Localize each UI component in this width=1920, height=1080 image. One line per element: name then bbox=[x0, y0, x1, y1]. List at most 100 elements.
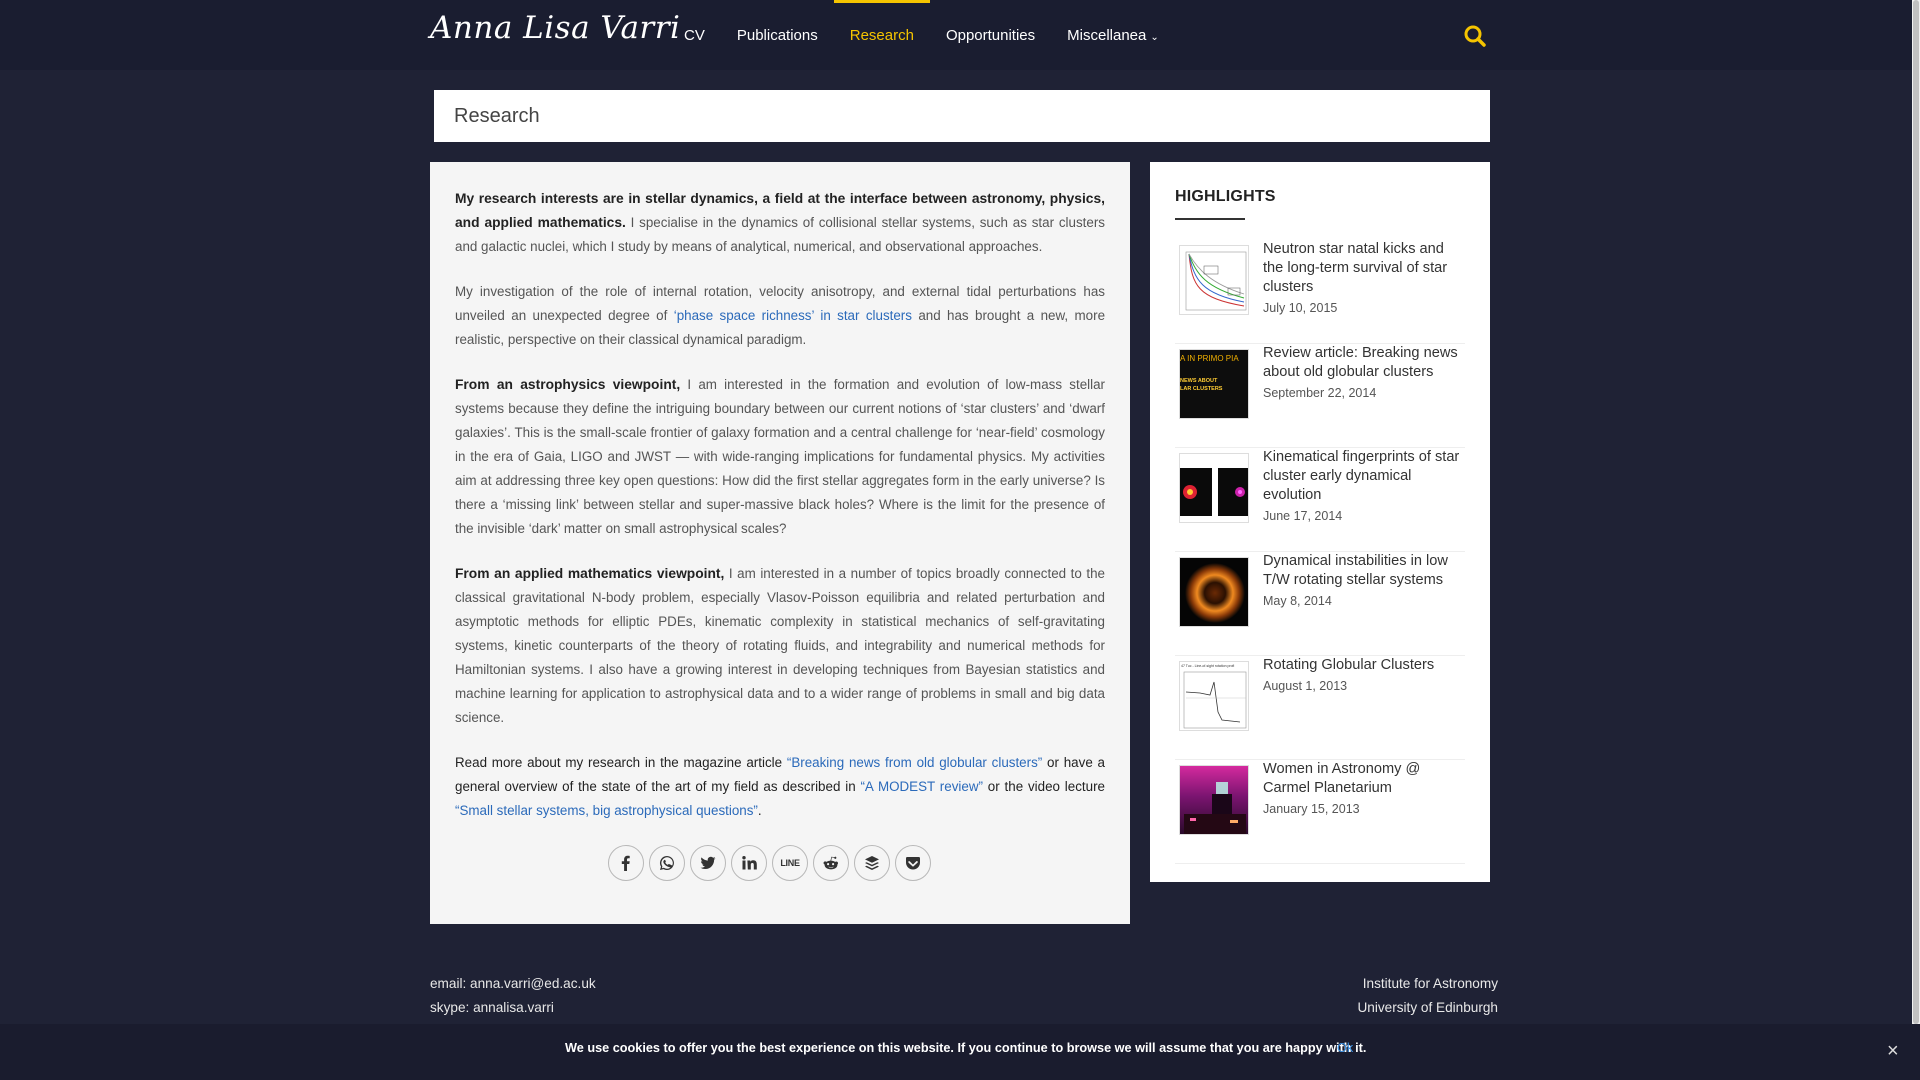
highlight-date: August 1, 2013 bbox=[1263, 679, 1348, 693]
highlight-date: June 17, 2014 bbox=[1263, 509, 1343, 523]
paragraph-intro: My research interests are in stellar dyn… bbox=[455, 187, 1105, 259]
main-nav: CV Publications Research Opportunities M… bbox=[668, 0, 1175, 70]
kinematic-maps-image bbox=[1180, 468, 1248, 516]
footer-university: University of Edinburgh bbox=[1357, 1000, 1498, 1015]
readmore-d: . bbox=[757, 803, 762, 818]
highlight-thumbnail[interactable] bbox=[1179, 557, 1249, 627]
paragraph-applied-math: From an applied mathematics viewpoint, I… bbox=[455, 562, 1105, 730]
search-icon[interactable] bbox=[1463, 24, 1487, 48]
nav-item-cv[interactable]: CV bbox=[668, 0, 721, 70]
plot-thumbnail-image bbox=[1185, 251, 1247, 311]
math-bold: From an applied mathematics viewpoint, bbox=[455, 566, 725, 581]
nav-item-opportunities[interactable]: Opportunities bbox=[930, 0, 1051, 70]
share-pocket-button[interactable] bbox=[895, 845, 931, 881]
astro-bold: From an astrophysics viewpoint, bbox=[455, 377, 681, 392]
cookie-message: We use cookies to offer you the best exp… bbox=[565, 1041, 1367, 1055]
highlight-title[interactable]: Kinematical fingerprints of star cluster… bbox=[1263, 448, 1465, 505]
cookie-ok-button[interactable]: Ok bbox=[1337, 1041, 1353, 1055]
research-article: My research interests are in stellar dyn… bbox=[430, 162, 1130, 924]
highlight-text: Rotating Globular Clusters August 1, 201… bbox=[1263, 656, 1465, 693]
footer-contact: email: anna.varri@ed.ac.uk skype: annali… bbox=[430, 972, 596, 1020]
highlight-title[interactable]: Dynamical instabilities in low T/W rotat… bbox=[1263, 552, 1465, 590]
planetarium-photo bbox=[1184, 782, 1246, 834]
thumb-caption-1: A IN PRIMO PIA bbox=[1180, 354, 1239, 363]
pocket-icon bbox=[906, 857, 920, 870]
share-linkedin-button[interactable] bbox=[731, 845, 767, 881]
footer-institution: Institute for Astronomy University of Ed… bbox=[1357, 972, 1498, 1020]
highlight-date: July 10, 2015 bbox=[1263, 301, 1338, 315]
buffer-icon bbox=[865, 856, 879, 870]
math-text: I am interested in a number of topics br… bbox=[455, 566, 1105, 725]
highlight-title[interactable]: Rotating Globular Clusters bbox=[1263, 656, 1465, 675]
highlight-item[interactable]: Women in Astronomy @ Carmel Planetarium … bbox=[1175, 760, 1465, 864]
highlights-heading: HIGHLIGHTS bbox=[1175, 188, 1276, 205]
highlight-item[interactable]: A IN PRIMO PIA NEWS ABOUT LAR CLUSTERS R… bbox=[1175, 344, 1465, 448]
share-reddit-button[interactable] bbox=[813, 845, 849, 881]
readmore-c: or the video lecture bbox=[982, 779, 1105, 794]
highlight-thumbnail[interactable]: 47 Tuc - Line-of-sight rotation profi bbox=[1179, 661, 1249, 731]
modest-review-link[interactable]: “A MODEST review” bbox=[860, 779, 983, 794]
share-buffer-button[interactable] bbox=[854, 845, 890, 881]
chevron-down-icon: ⌄ bbox=[1150, 32, 1159, 43]
nav-item-research[interactable]: Research bbox=[833, 0, 931, 70]
twitter-icon bbox=[700, 856, 716, 870]
nav-item-miscellanea[interactable]: Miscellanea ⌄ bbox=[1051, 0, 1175, 70]
video-lecture-link[interactable]: “Small stellar systems, big astrophysica… bbox=[455, 803, 758, 818]
thumb-plot-title: 47 Tuc - Line-of-sight rotation profi bbox=[1181, 664, 1235, 668]
highlight-item[interactable]: Kinematical fingerprints of star cluster… bbox=[1175, 448, 1465, 552]
thumb-caption-2: NEWS ABOUT bbox=[1180, 378, 1218, 384]
highlight-item[interactable]: 47 Tuc - Line-of-sight rotation profi Ro… bbox=[1175, 656, 1465, 760]
thumb-caption-3: LAR CLUSTERS bbox=[1180, 386, 1223, 392]
site-header: Anna Lisa Varri CV Publications Research… bbox=[0, 0, 1912, 70]
highlight-date: January 15, 2013 bbox=[1263, 802, 1360, 816]
cookie-banner: We use cookies to offer you the best exp… bbox=[0, 1024, 1920, 1080]
paragraph-astrophysics: From an astrophysics viewpoint, I am int… bbox=[455, 373, 1105, 541]
highlight-text: Women in Astronomy @ Carmel Planetarium … bbox=[1263, 760, 1465, 816]
highlight-text: Review article: Breaking news about old … bbox=[1263, 344, 1465, 400]
page-title-box: Research bbox=[434, 90, 1490, 142]
readmore-a: Read more about my research in the magaz… bbox=[455, 755, 787, 770]
astro-text: I am interested in the formation and evo… bbox=[455, 377, 1105, 536]
highlights-list: Neutron star natal kicks and the long-te… bbox=[1175, 240, 1465, 864]
breaking-news-link[interactable]: “Breaking news from old globular cluster… bbox=[787, 755, 1042, 770]
scrollbar-thumb[interactable] bbox=[1913, 0, 1919, 1024]
share-line-button[interactable]: LINE bbox=[772, 845, 808, 881]
reddit-icon bbox=[823, 856, 839, 870]
rotation-profile-image bbox=[1183, 671, 1247, 729]
ring-instability-image bbox=[1185, 563, 1245, 623]
highlight-item[interactable]: Neutron star natal kicks and the long-te… bbox=[1175, 240, 1465, 344]
line-icon: LINE bbox=[780, 858, 800, 868]
highlight-thumbnail[interactable]: A IN PRIMO PIA NEWS ABOUT LAR CLUSTERS bbox=[1179, 349, 1249, 419]
highlight-item[interactable]: Dynamical instabilities in low T/W rotat… bbox=[1175, 552, 1465, 656]
highlight-text: Dynamical instabilities in low T/W rotat… bbox=[1263, 552, 1465, 608]
nav-item-publications[interactable]: Publications bbox=[721, 0, 834, 70]
paragraph-phase-space: My investigation of the role of internal… bbox=[455, 280, 1105, 352]
highlight-text: Neutron star natal kicks and the long-te… bbox=[1263, 240, 1465, 315]
highlight-thumbnail[interactable] bbox=[1179, 453, 1249, 523]
share-whatsapp-button[interactable] bbox=[649, 845, 685, 881]
whatsapp-icon bbox=[660, 856, 674, 870]
highlight-title[interactable]: Review article: Breaking news about old … bbox=[1263, 344, 1465, 382]
highlight-text: Kinematical fingerprints of star cluster… bbox=[1263, 448, 1465, 523]
share-twitter-button[interactable] bbox=[690, 845, 726, 881]
share-buttons: LINE bbox=[608, 845, 931, 881]
article-body: My research interests are in stellar dyn… bbox=[455, 187, 1105, 844]
highlights-sidebar: HIGHLIGHTS Neutron star natal kicks and … bbox=[1150, 162, 1490, 882]
footer-skype: skype: annalisa.varri bbox=[430, 1000, 554, 1015]
highlight-thumbnail[interactable] bbox=[1179, 765, 1249, 835]
highlight-title[interactable]: Women in Astronomy @ Carmel Planetarium bbox=[1263, 760, 1465, 798]
highlight-date: September 22, 2014 bbox=[1263, 386, 1377, 400]
close-icon[interactable]: × bbox=[1887, 1041, 1905, 1061]
highlight-title[interactable]: Neutron star natal kicks and the long-te… bbox=[1263, 240, 1465, 297]
page-scrollbar[interactable] bbox=[1912, 0, 1920, 1024]
nav-item-miscellanea-label: Miscellanea bbox=[1067, 27, 1147, 44]
facebook-icon bbox=[621, 855, 630, 871]
site-logo[interactable]: Anna Lisa Varri bbox=[430, 10, 680, 46]
highlight-thumbnail[interactable] bbox=[1179, 245, 1249, 315]
phase-space-link[interactable]: ‘phase space richness’ in star clusters bbox=[674, 308, 912, 323]
footer-institute: Institute for Astronomy bbox=[1362, 976, 1498, 991]
share-facebook-button[interactable] bbox=[608, 845, 644, 881]
footer-email: email: anna.varri@ed.ac.uk bbox=[430, 976, 596, 991]
paragraph-read-more: Read more about my research in the magaz… bbox=[455, 751, 1105, 823]
highlight-date: May 8, 2014 bbox=[1263, 594, 1332, 608]
